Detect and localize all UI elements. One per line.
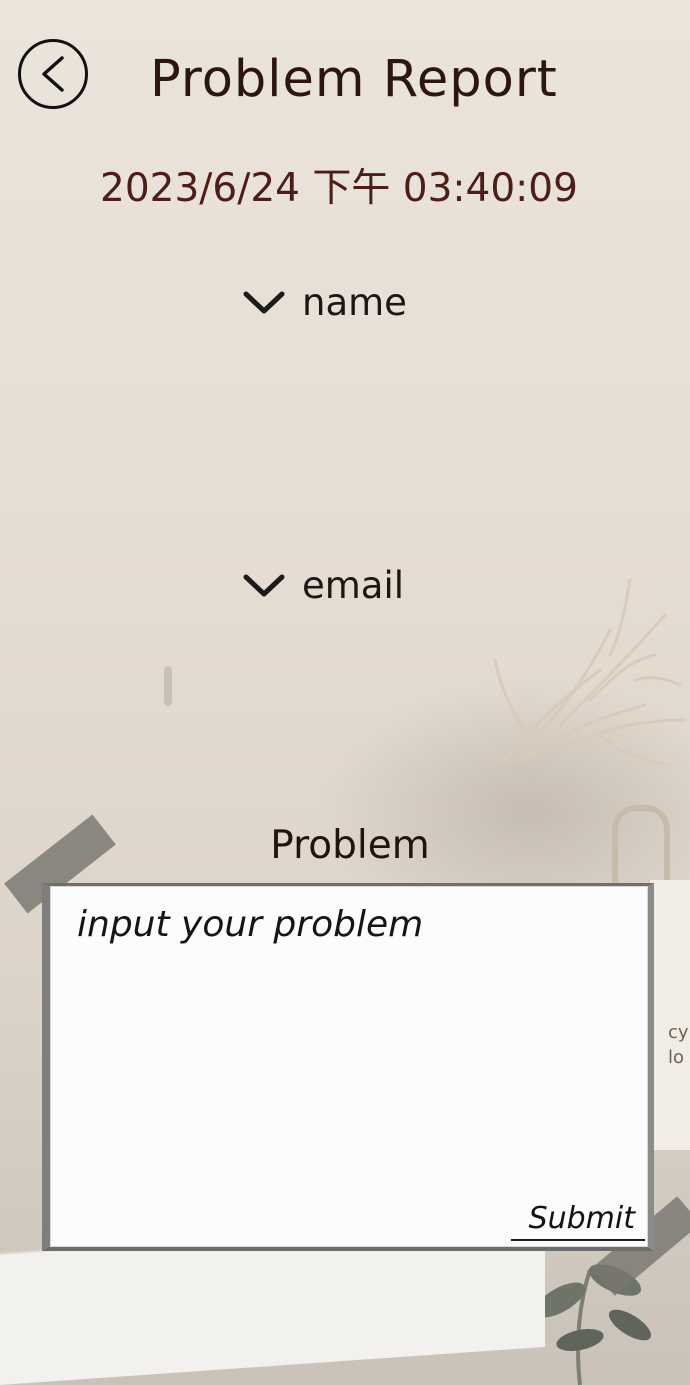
timestamp: 2023/6/24 下午 03:40:09 [100, 166, 578, 211]
name-dropdown[interactable]: name [242, 280, 407, 326]
back-button[interactable] [18, 39, 88, 109]
problem-panel: Submit [42, 883, 654, 1251]
name-field-label: name [302, 281, 407, 324]
dried-branches-icon [493, 578, 687, 767]
problem-label: Problem [270, 823, 430, 868]
chevron-left-icon [42, 56, 64, 92]
bag-print-text: cy lo [668, 1022, 689, 1069]
submit-button[interactable]: Submit [511, 1199, 645, 1241]
page-title: Problem Report [150, 50, 558, 109]
problem-input[interactable] [77, 901, 625, 1171]
email-field-label: email [302, 564, 405, 607]
email-dropdown[interactable]: email [242, 563, 404, 609]
wall-hook [164, 666, 172, 706]
chevron-down-icon [243, 574, 285, 597]
chevron-down-icon [243, 291, 285, 314]
tote-bag [648, 880, 690, 1150]
